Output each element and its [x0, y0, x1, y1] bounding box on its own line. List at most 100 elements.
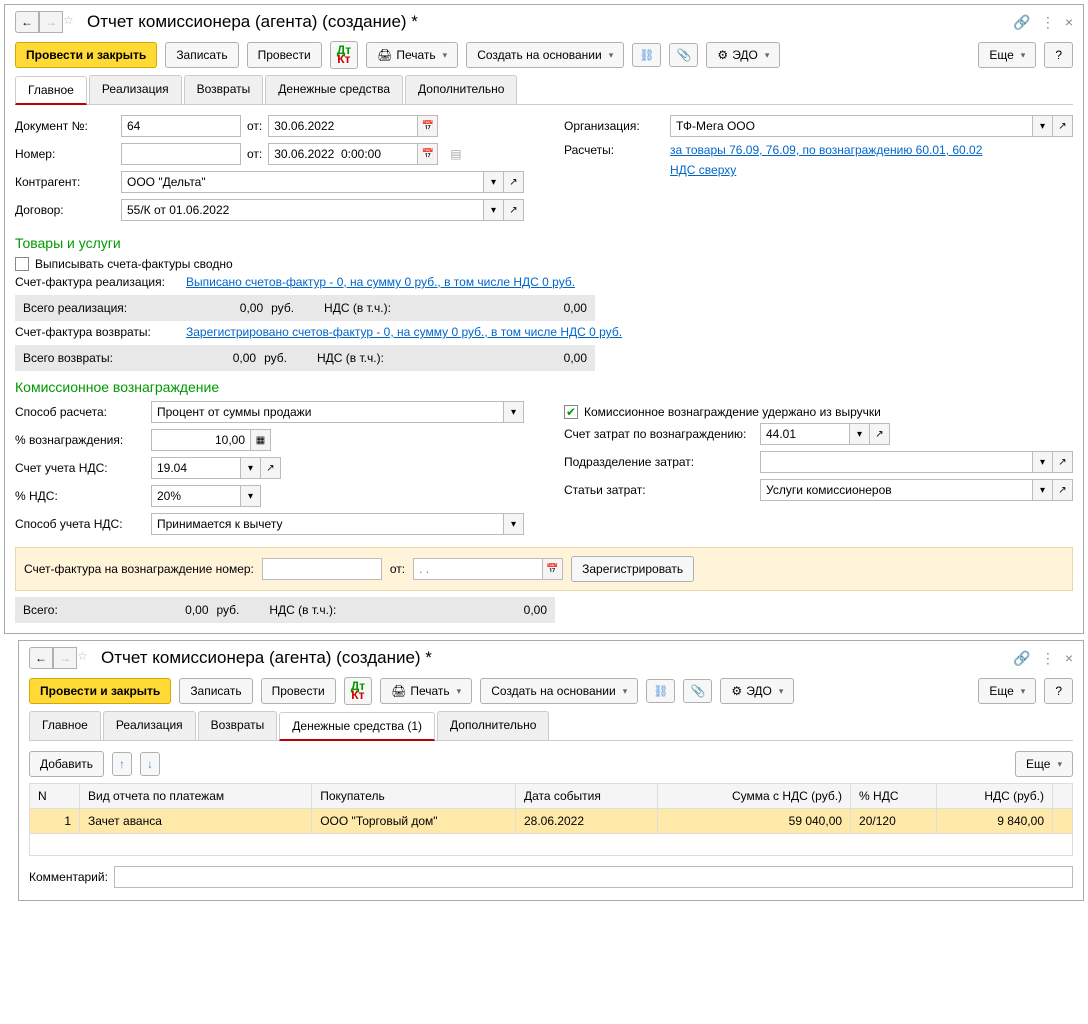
- dropdown-icon[interactable]: ▾: [504, 513, 524, 535]
- attachment-icon[interactable]: 📎: [669, 43, 698, 67]
- open-icon[interactable]: ↗: [1053, 479, 1073, 501]
- col-sum[interactable]: Сумма с НДС (руб.): [658, 784, 851, 809]
- link-icon[interactable]: 🔗: [1013, 650, 1030, 667]
- post-button[interactable]: Провести: [247, 42, 322, 68]
- dtkt-button[interactable]: ДтКт: [344, 677, 372, 705]
- nav-forward-button[interactable]: →: [53, 647, 77, 669]
- favorite-icon[interactable]: ☆: [77, 649, 95, 667]
- move-up-button[interactable]: ↑: [112, 752, 132, 776]
- dropdown-icon[interactable]: ▾: [484, 171, 504, 193]
- close-icon[interactable]: ×: [1065, 650, 1073, 667]
- open-icon[interactable]: ↗: [1053, 451, 1073, 473]
- add-button[interactable]: Добавить: [29, 751, 104, 777]
- invoice-returns-link[interactable]: Зарегистрировано счетов-фактур - 0, на с…: [186, 325, 622, 339]
- attachment-icon[interactable]: 📎: [683, 679, 712, 703]
- open-icon[interactable]: ↗: [504, 171, 524, 193]
- cost-account-input[interactable]: [760, 423, 850, 445]
- menu-icon[interactable]: ⋮: [1041, 14, 1055, 31]
- create-based-button[interactable]: Создать на основании: [466, 42, 624, 68]
- save-button[interactable]: Записать: [165, 42, 238, 68]
- vat-pct-select[interactable]: [151, 485, 241, 507]
- tab-additional[interactable]: Дополнительно: [437, 711, 549, 740]
- create-based-button[interactable]: Создать на основании: [480, 678, 638, 704]
- structure-icon[interactable]: ⛓: [632, 43, 661, 67]
- dtkt-button[interactable]: ДтКт: [330, 41, 358, 69]
- edo-button[interactable]: ⚙ ЭДО: [706, 42, 780, 68]
- percent-input[interactable]: [151, 429, 251, 451]
- nav-forward-button[interactable]: →: [39, 11, 63, 33]
- submit-close-button[interactable]: Провести и закрыть: [15, 42, 157, 68]
- date2-input[interactable]: [268, 143, 418, 165]
- summary-invoice-checkbox[interactable]: [15, 257, 29, 271]
- dropdown-icon[interactable]: ▾: [1033, 479, 1053, 501]
- col-date[interactable]: Дата события: [515, 784, 657, 809]
- dropdown-icon[interactable]: ▾: [241, 457, 261, 479]
- dropdown-icon[interactable]: ▾: [504, 401, 524, 423]
- tab-cash[interactable]: Денежные средства (1): [279, 712, 435, 741]
- move-down-button[interactable]: ↓: [140, 752, 160, 776]
- more-button[interactable]: Еще: [978, 42, 1036, 68]
- col-vat[interactable]: НДС (руб.): [936, 784, 1052, 809]
- open-icon[interactable]: ↗: [261, 457, 281, 479]
- tab-cash[interactable]: Денежные средства: [265, 75, 403, 104]
- structure-icon[interactable]: ⛓: [646, 679, 675, 703]
- number-input[interactable]: [121, 143, 241, 165]
- list-icon[interactable]: ▤: [450, 147, 461, 161]
- favorite-icon[interactable]: ☆: [63, 13, 81, 31]
- nav-back-button[interactable]: ←: [29, 647, 53, 669]
- col-vat-pct[interactable]: % НДС: [851, 784, 937, 809]
- articles-input[interactable]: [760, 479, 1033, 501]
- table-row[interactable]: 1 Зачет аванса ООО "Торговый дом" 28.06.…: [30, 809, 1073, 834]
- tab-main[interactable]: Главное: [29, 711, 101, 740]
- org-input[interactable]: [670, 115, 1033, 137]
- link-icon[interactable]: 🔗: [1013, 14, 1030, 31]
- comment-input[interactable]: [114, 866, 1073, 888]
- calendar-icon[interactable]: 📅: [418, 115, 438, 137]
- tab-realization[interactable]: Реализация: [103, 711, 196, 740]
- vat-account-input[interactable]: [151, 457, 241, 479]
- tab-returns[interactable]: Возвраты: [184, 75, 264, 104]
- help-button[interactable]: ?: [1044, 42, 1073, 68]
- tab-returns[interactable]: Возвраты: [198, 711, 278, 740]
- open-icon[interactable]: ↗: [504, 199, 524, 221]
- dropdown-icon[interactable]: ▾: [1033, 451, 1053, 473]
- commission-held-checkbox[interactable]: ✔: [564, 405, 578, 419]
- invoice-no-input[interactable]: [262, 558, 382, 580]
- vat-link[interactable]: НДС сверху: [670, 163, 736, 177]
- open-icon[interactable]: ↗: [1053, 115, 1073, 137]
- contract-input[interactable]: [121, 199, 484, 221]
- close-icon[interactable]: ×: [1065, 14, 1073, 31]
- doc-no-input[interactable]: [121, 115, 241, 137]
- method-select[interactable]: [151, 401, 504, 423]
- edo-button[interactable]: ⚙ ЭДО: [720, 678, 794, 704]
- col-type[interactable]: Вид отчета по платежам: [80, 784, 312, 809]
- open-icon[interactable]: ↗: [870, 423, 890, 445]
- dropdown-icon[interactable]: ▾: [241, 485, 261, 507]
- calc-link[interactable]: за товары 76.09, 76.09, по вознаграждени…: [670, 143, 982, 157]
- tab-realization[interactable]: Реализация: [89, 75, 182, 104]
- nav-back-button[interactable]: ←: [15, 11, 39, 33]
- col-buyer[interactable]: Покупатель: [312, 784, 516, 809]
- menu-icon[interactable]: ⋮: [1041, 650, 1055, 667]
- calendar-icon[interactable]: 📅: [543, 558, 563, 580]
- print-button[interactable]: 🖨 Печать: [380, 678, 472, 704]
- invoice-date-input[interactable]: [413, 558, 543, 580]
- calc-icon[interactable]: ▦: [251, 429, 271, 451]
- register-button[interactable]: Зарегистрировать: [571, 556, 694, 582]
- help-button[interactable]: ?: [1044, 678, 1073, 704]
- save-button[interactable]: Записать: [179, 678, 252, 704]
- calendar-icon[interactable]: 📅: [418, 143, 438, 165]
- vat-method-select[interactable]: [151, 513, 504, 535]
- dropdown-icon[interactable]: ▾: [484, 199, 504, 221]
- tab-additional[interactable]: Дополнительно: [405, 75, 517, 104]
- counterparty-input[interactable]: [121, 171, 484, 193]
- date1-input[interactable]: [268, 115, 418, 137]
- dropdown-icon[interactable]: ▾: [1033, 115, 1053, 137]
- more-button[interactable]: Еще: [978, 678, 1036, 704]
- tab-main[interactable]: Главное: [15, 76, 87, 105]
- print-button[interactable]: 🖨 Печать: [366, 42, 458, 68]
- invoice-realization-link[interactable]: Выписано счетов-фактур - 0, на сумму 0 р…: [186, 275, 575, 289]
- post-button[interactable]: Провести: [261, 678, 336, 704]
- submit-close-button[interactable]: Провести и закрыть: [29, 678, 171, 704]
- col-n[interactable]: N: [30, 784, 80, 809]
